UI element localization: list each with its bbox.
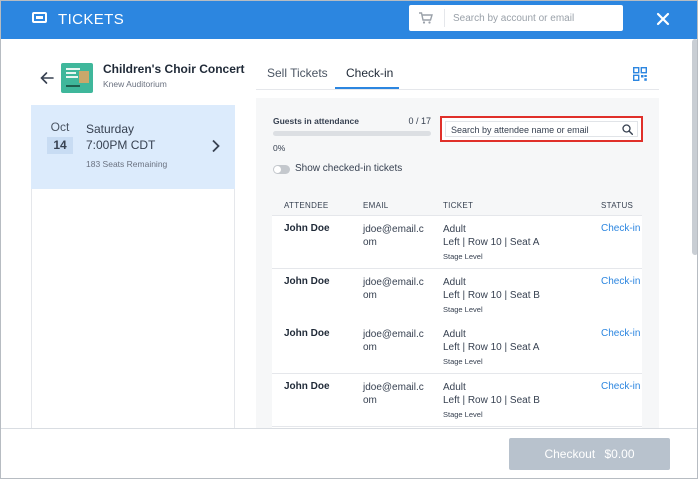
check-in-link[interactable]: Check-in [601, 381, 640, 392]
chevron-right-icon[interactable] [211, 139, 221, 153]
ticket-level: Stage Level [443, 410, 483, 419]
tab-check-in[interactable]: Check-in [346, 66, 393, 80]
attendance-progress-bar [273, 131, 431, 136]
header-bar: TICKETS [1, 1, 697, 39]
back-arrow-icon[interactable] [39, 71, 55, 85]
attendee-email: jdoe@email.com [363, 224, 424, 248]
ticket-seat: Left | Row 10 | Seat A [443, 237, 540, 248]
account-search-box[interactable] [409, 5, 623, 31]
seats-remaining: 183 Seats Remaining [86, 159, 168, 169]
date-card[interactable]: Oct 14 Saturday 7:00PM CDT 183 Seats Rem… [31, 105, 235, 189]
table-row: John Doe jdoe@email.com Adult Left | Row… [272, 321, 642, 374]
event-title: Children's Choir Concert [103, 62, 245, 76]
close-icon[interactable] [653, 9, 673, 29]
check-in-link[interactable]: Check-in [601, 223, 640, 234]
ticket-info: Adult Left | Row 10 | Seat A [443, 223, 539, 249]
guests-count: 0 / 17 [408, 116, 431, 126]
checkout-label: Checkout [544, 447, 596, 461]
checkout-total: $0.00 [604, 447, 635, 461]
table-header: ATTENDEE EMAIL TICKET STATUS [272, 194, 642, 216]
account-search-input[interactable] [453, 9, 617, 27]
ticket-type: Adult [443, 382, 466, 393]
attendee-search-highlight [440, 116, 643, 142]
ticket-type: Adult [443, 329, 466, 340]
attendee-name: John Doe [284, 381, 330, 392]
ticket-type: Adult [443, 277, 466, 288]
table-row: John Doe jdoe@email.com Adult Left | Row… [272, 374, 642, 427]
guests-label: Guests in attendance [273, 116, 359, 126]
ticket-level: Stage Level [443, 252, 483, 261]
tab-sell-tickets[interactable]: Sell Tickets [267, 66, 328, 80]
attendee-name: John Doe [284, 328, 330, 339]
ticket-seat: Left | Row 10 | Seat A [443, 342, 540, 353]
ticket-info: Adult Left | Row 10 | Seat B [443, 276, 540, 302]
qr-code-icon[interactable] [633, 67, 647, 81]
event-thumbnail [61, 63, 93, 93]
ticket-seat: Left | Row 10 | Seat B [443, 290, 540, 301]
ticket-info: Adult Left | Row 10 | Seat B [443, 381, 540, 407]
table-row: John Doe jdoe@email.com Adult Left | Row… [272, 216, 642, 269]
column-header-ticket: TICKET [443, 201, 474, 210]
tickets-dialog: TICKETS Children's Choir Concert Knew Au… [0, 0, 698, 479]
attendee-name: John Doe [284, 276, 330, 287]
check-in-link[interactable]: Check-in [601, 276, 640, 287]
date-weekday: Saturday [86, 122, 135, 136]
attendee-search-box[interactable] [445, 121, 638, 137]
attendee-table: ATTENDEE EMAIL TICKET STATUS John Doe jd… [272, 194, 642, 435]
column-header-attendee: ATTENDEE [284, 201, 329, 210]
attendee-email: jdoe@email.com [363, 382, 424, 406]
show-checked-in-toggle[interactable] [273, 165, 290, 174]
tabs-divider [256, 89, 659, 90]
search-divider [444, 9, 445, 27]
search-icon[interactable] [622, 124, 633, 135]
scrollbar[interactable] [692, 39, 697, 255]
attendee-email: jdoe@email.com [363, 329, 424, 353]
ticket-icon [32, 12, 47, 23]
ticket-level: Stage Level [443, 357, 483, 366]
date-month: Oct [50, 120, 70, 134]
date-day: 14 [47, 137, 73, 154]
ticket-level: Stage Level [443, 305, 483, 314]
column-header-status: STATUS [601, 201, 634, 210]
ticket-info: Adult Left | Row 10 | Seat A [443, 328, 539, 354]
ticket-type: Adult [443, 224, 466, 235]
date-time: 7:00PM CDT [86, 138, 156, 152]
event-venue: Knew Auditorium [103, 79, 167, 89]
show-checked-in-label: Show checked-in tickets [295, 163, 403, 174]
dialog-title: TICKETS [58, 11, 125, 28]
cart-icon[interactable] [419, 12, 433, 24]
attendee-email: jdoe@email.com [363, 277, 424, 301]
column-header-email: EMAIL [363, 201, 389, 210]
attendance-percent: 0% [273, 143, 286, 153]
ticket-seat: Left | Row 10 | Seat B [443, 395, 540, 406]
attendee-name: John Doe [284, 223, 330, 234]
checkout-button[interactable]: Checkout $0.00 [509, 438, 670, 470]
check-in-link[interactable]: Check-in [601, 328, 640, 339]
attendee-search-input[interactable] [451, 123, 611, 136]
table-row: John Doe jdoe@email.com Adult Left | Row… [272, 269, 642, 322]
date-badge: Oct 14 [45, 118, 75, 156]
